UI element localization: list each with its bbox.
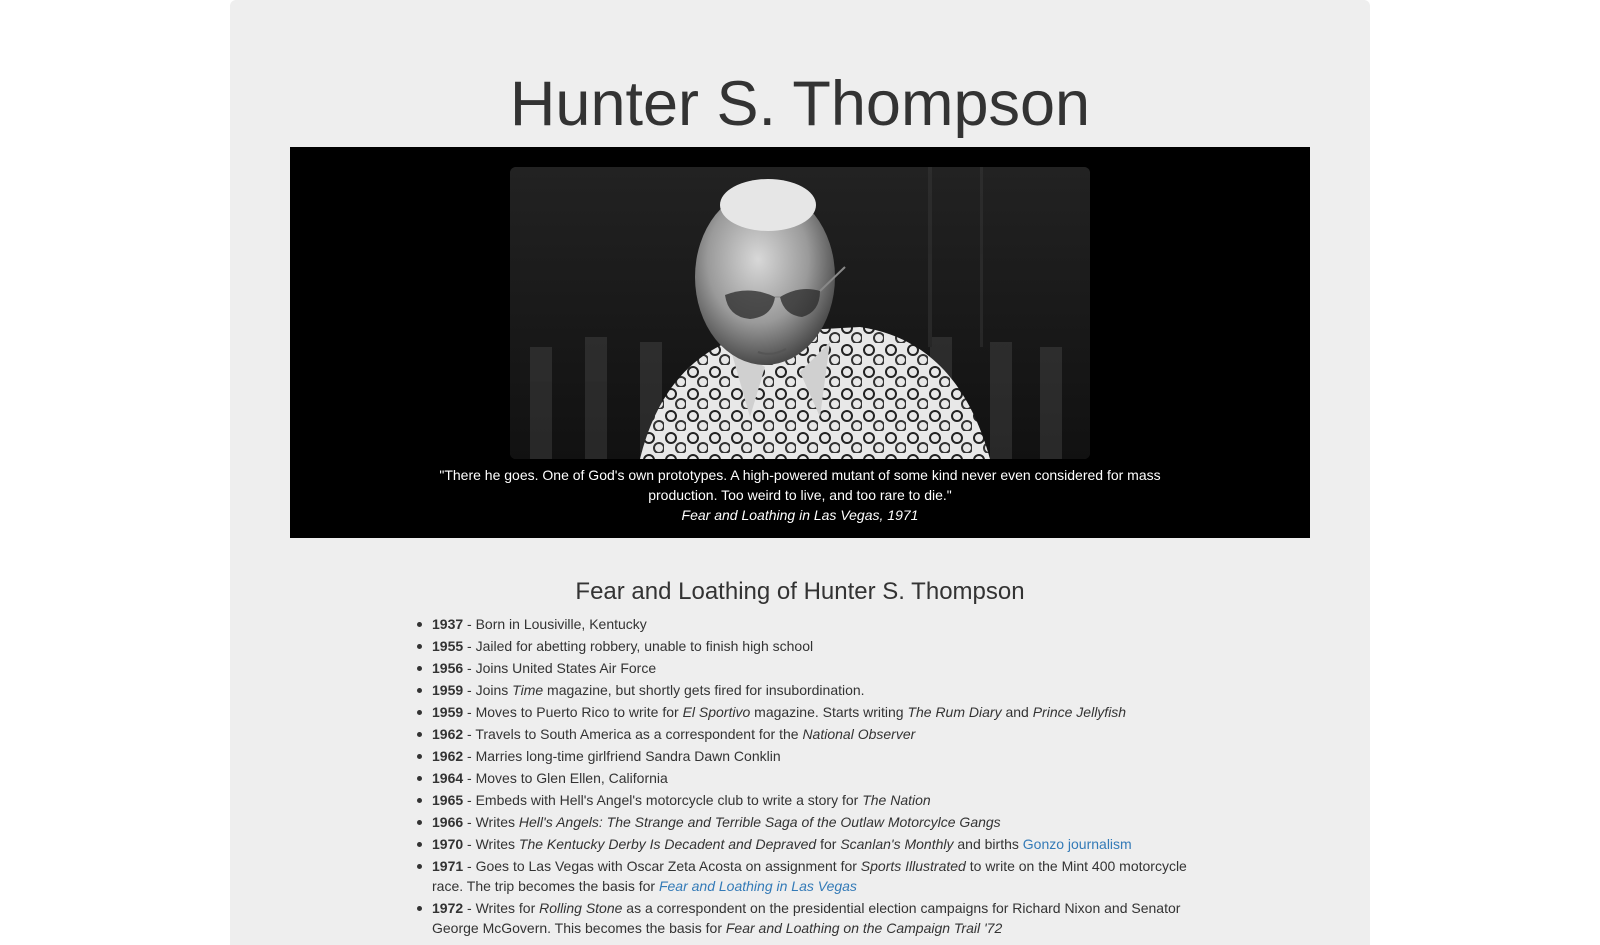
timeline-item: 1955 - Jailed for abetting robbery, unab… <box>417 636 1192 656</box>
timeline-title: Scanlan's Monthly <box>840 836 954 852</box>
hero-photo <box>510 167 1090 459</box>
timeline-year: 1971 <box>432 858 464 874</box>
photo-caption: "There he goes. One of God's own prototy… <box>430 465 1170 525</box>
timeline-title: The Kentucky Derby Is Decadent and Depra… <box>518 836 817 852</box>
timeline-item: 1971 - Goes to Las Vegas with Oscar Zeta… <box>417 856 1192 896</box>
timeline-year: 1972 <box>432 900 464 916</box>
timeline-text: - Marries long-time girlfriend Sandra Da… <box>463 748 781 764</box>
timeline-text: and births <box>953 836 1023 852</box>
jumbotron-container: Hunter S. Thompson "There he goes. One o… <box>230 0 1370 945</box>
timeline-year: 1965 <box>432 792 464 808</box>
timeline-title: Prince Jellyfish <box>1032 704 1127 720</box>
timeline-text: - Embeds with Hell's Angel's motorcycle … <box>463 792 863 808</box>
timeline-year: 1962 <box>432 748 464 764</box>
caption-source: Fear and Loathing in Las Vegas, 1971 <box>681 507 919 523</box>
timeline-year: 1970 <box>432 836 464 852</box>
timeline-title: Time <box>512 682 544 698</box>
timeline-text: - Moves to Puerto Rico to write for <box>463 704 683 720</box>
timeline-title: National Observer <box>802 726 916 742</box>
timeline-link[interactable]: Fear and Loathing in Las Vegas <box>659 878 857 894</box>
timeline-item: 1970 - Writes The Kentucky Derby Is Deca… <box>417 834 1192 854</box>
timeline-text: - Joins <box>463 682 513 698</box>
timeline-item: 1964 - Moves to Glen Ellen, California <box>417 768 1192 788</box>
timeline-text: - Writes for <box>463 900 540 916</box>
timeline-item: 1937 - Born in Lousiville, Kentucky <box>417 614 1192 634</box>
timeline-text: - Writes <box>463 836 519 852</box>
timeline-item: 1972 - Writes for Rolling Stone as a cor… <box>417 898 1192 938</box>
timeline-item: 1959 - Joins Time magazine, but shortly … <box>417 680 1192 700</box>
image-panel: "There he goes. One of God's own prototy… <box>290 147 1310 538</box>
timeline-title: The Rum Diary <box>907 704 1002 720</box>
timeline-item: 1965 - Embeds with Hell's Angel's motorc… <box>417 790 1192 810</box>
timeline-text: and <box>1001 704 1033 720</box>
timeline-item: 1962 - Travels to South America as a cor… <box>417 724 1192 744</box>
timeline-link[interactable]: Gonzo journalism <box>1023 836 1132 852</box>
timeline-year: 1964 <box>432 770 464 786</box>
timeline-text: - Jailed for abetting robbery, unable to… <box>463 638 814 654</box>
timeline-year: 1956 <box>432 660 464 676</box>
timeline-text: - Born in Lousiville, Kentucky <box>463 616 647 632</box>
timeline-year: 1959 <box>432 682 464 698</box>
timeline-title: The Nation <box>862 792 931 808</box>
timeline-text: magazine. Starts writing <box>750 704 908 720</box>
timeline-year: 1955 <box>432 638 464 654</box>
timeline-item: 1956 - Joins United States Air Force <box>417 658 1192 678</box>
page-title: Hunter S. Thompson <box>509 69 1091 139</box>
timeline-title: Hell's Angels: The Strange and Terrible … <box>518 814 1001 830</box>
timeline-heading: Fear and Loathing of Hunter S. Thompson <box>575 578 1025 605</box>
timeline-text: - Joins United States Air Force <box>463 660 657 676</box>
timeline-item: 1962 - Marries long-time girlfriend Sand… <box>417 746 1192 766</box>
timeline-year: 1959 <box>432 704 464 720</box>
timeline-list: 1937 - Born in Lousiville, Kentucky 1955 … <box>417 614 1192 940</box>
timeline-title: Fear and Loathing on the Campaign Trail … <box>725 920 1003 936</box>
timeline-title: El Sportivo <box>682 704 751 720</box>
timeline-item: 1966 - Writes Hell's Angels: The Strange… <box>417 812 1192 832</box>
timeline-year: 1937 <box>432 616 464 632</box>
timeline-title: Rolling Stone <box>539 900 623 916</box>
timeline-text: - Writes <box>463 814 519 830</box>
timeline-text: - Moves to Glen Ellen, California <box>463 770 668 786</box>
timeline-item: 1959 - Moves to Puerto Rico to write for… <box>417 702 1192 722</box>
timeline-text: for <box>816 836 841 852</box>
timeline-text: - Travels to South America as a correspo… <box>463 726 803 742</box>
timeline-year: 1962 <box>432 726 464 742</box>
timeline-title: Sports Illustrated <box>860 858 966 874</box>
timeline-text: magazine, but shortly gets fired for ins… <box>543 682 865 698</box>
timeline-year: 1966 <box>432 814 464 830</box>
caption-quote: "There he goes. One of God's own prototy… <box>439 467 1161 503</box>
timeline-text: - Goes to Las Vegas with Oscar Zeta Acos… <box>463 858 861 874</box>
